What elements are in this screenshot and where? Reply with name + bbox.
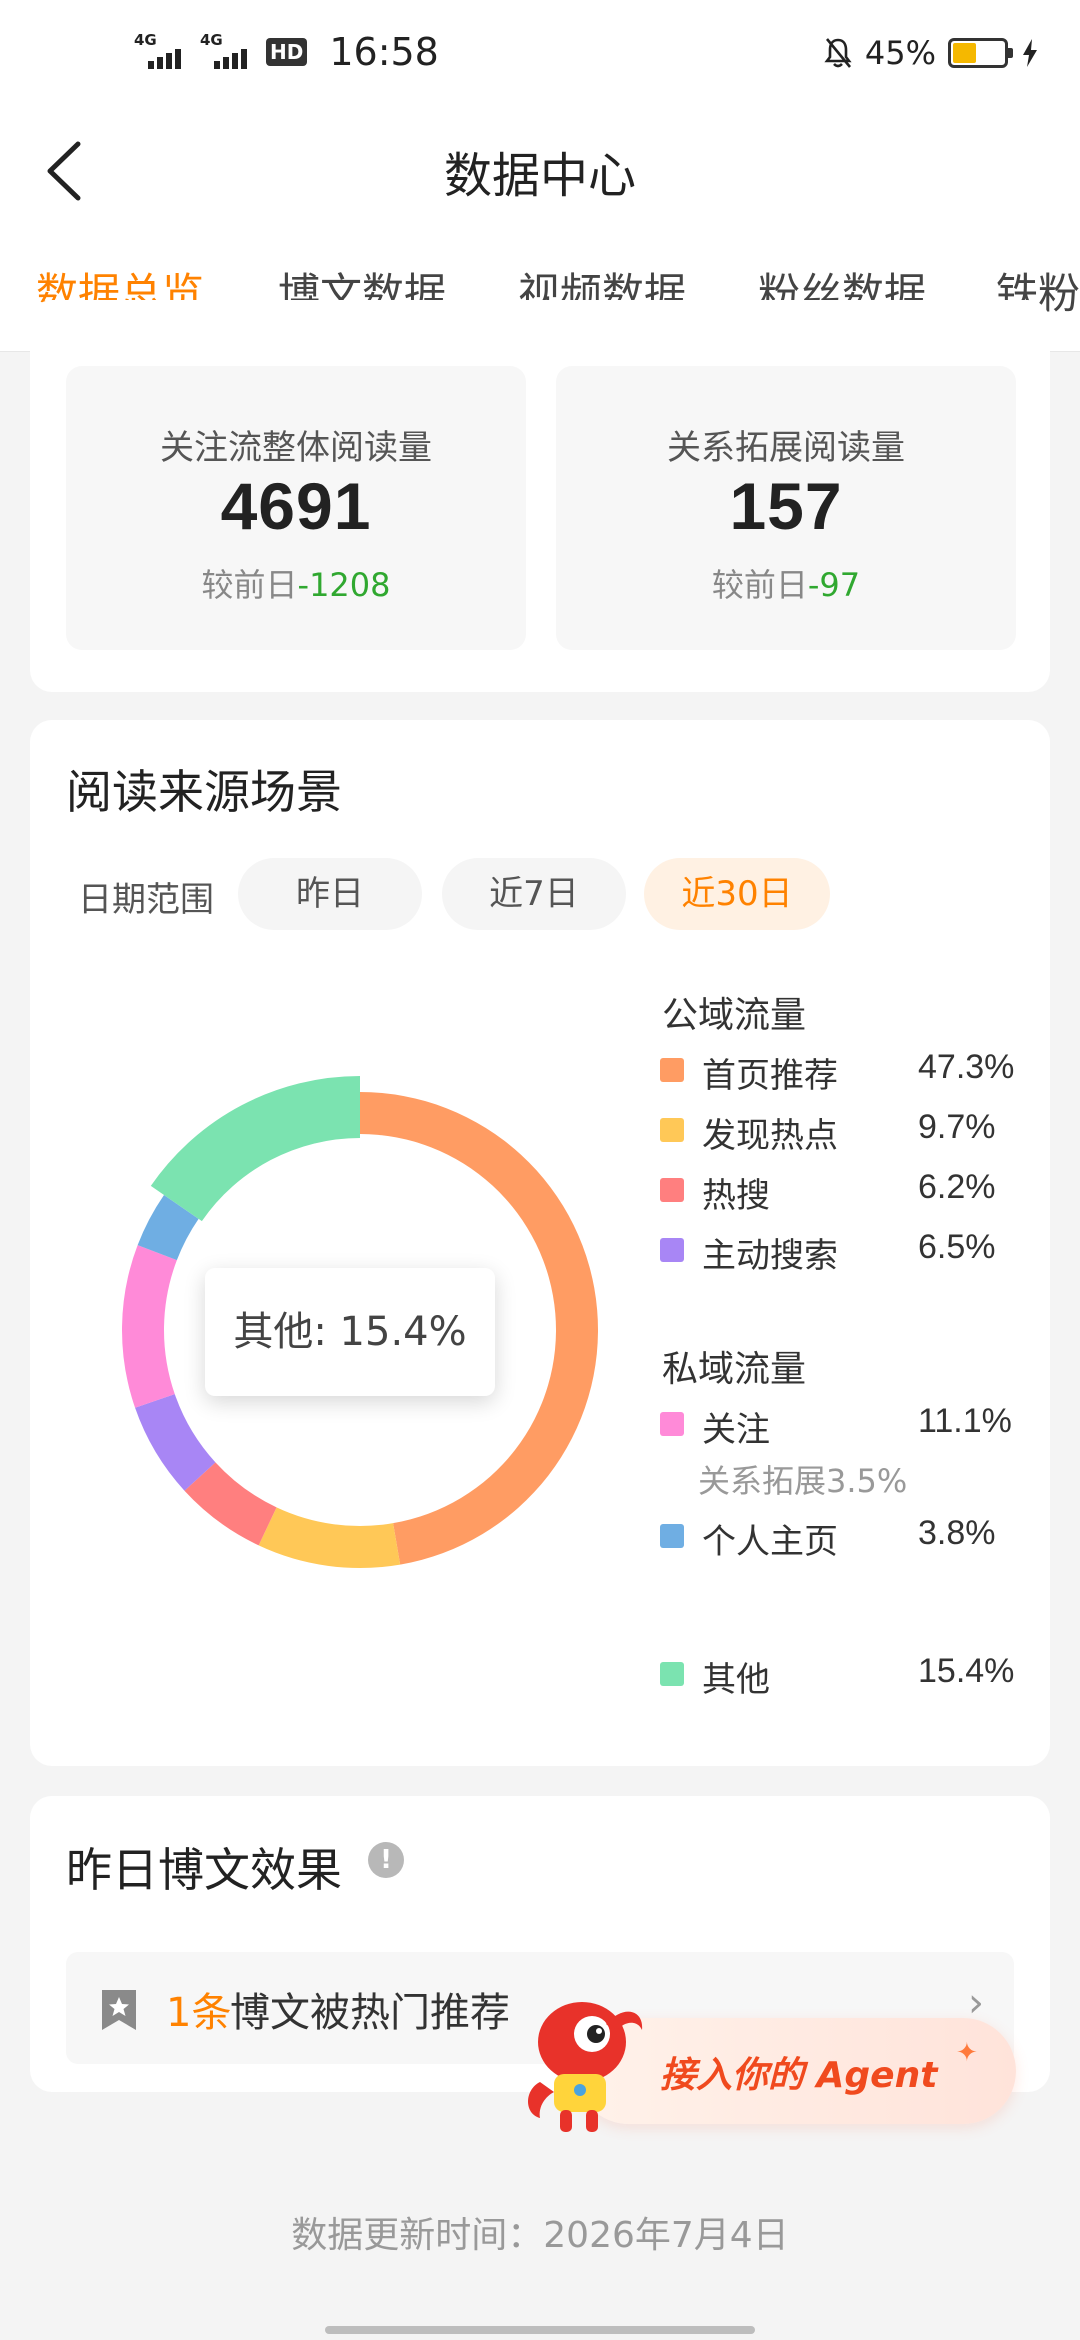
range-yesterday[interactable]: 昨日	[238, 858, 422, 930]
page-title: 数据中心	[443, 148, 636, 204]
hot-text: 博文被热门推荐	[230, 1990, 510, 2036]
legend-swatch	[660, 1118, 684, 1142]
stat-label: 关系拓展阅读量	[667, 428, 905, 468]
legend-name: 个人主页	[702, 1522, 838, 1562]
legend-item: 首页推荐 47.3%	[660, 1048, 1030, 1096]
legend-name: 发现热点	[702, 1116, 838, 1156]
donut-slice-发现热点[interactable]	[258, 1507, 401, 1568]
status-left: 4G 4G HD 16:58	[134, 30, 439, 74]
chart-tooltip: 其他: 15.4%	[205, 1268, 495, 1396]
network-type: 4G	[200, 31, 223, 49]
status-bar: 4G 4G HD 16:58 45%	[0, 0, 1080, 110]
section-title: 阅读来源场景	[66, 765, 342, 819]
stat-follow-reads[interactable]: 关注流整体阅读量 4691 较前日-1208	[66, 366, 526, 650]
legend-value: 6.2%	[918, 1168, 996, 1206]
home-indicator[interactable]	[325, 2326, 755, 2334]
legend-name: 热搜	[702, 1176, 770, 1216]
signal-icon: 4G	[200, 31, 252, 73]
stat-delta: 较前日-1208	[66, 560, 526, 606]
status-right: 45%	[823, 34, 1040, 72]
legend-value: 3.8%	[918, 1514, 996, 1552]
delta-value: -97	[807, 566, 861, 604]
legend-item: 其他 15.4%	[660, 1652, 1030, 1700]
legend-swatch	[660, 1412, 684, 1436]
range-7days[interactable]: 近7日	[442, 858, 626, 930]
section-title: 昨日博文效果	[66, 1843, 342, 1897]
legend-item: 主动搜索 6.5%	[660, 1228, 1030, 1276]
donut-slice-关注[interactable]	[121, 1245, 177, 1408]
mute-bell-icon	[824, 38, 852, 68]
legend-name: 首页推荐	[702, 1056, 838, 1096]
agent-label: 接入你的 Agent	[660, 2055, 938, 2096]
stats-card: 关注流整体阅读量 4691 较前日-1208 关系拓展阅读量 157 较前日-9…	[30, 300, 1050, 692]
legend-item: 个人主页 3.8%	[660, 1514, 1030, 1562]
legend-subtext: 关系拓展3.5%	[698, 1462, 908, 1500]
legend-swatch	[660, 1238, 684, 1262]
legend-private-title: 私域流量	[662, 1349, 807, 1390]
delta-prefix: 较前日	[201, 566, 298, 604]
legend-swatch	[660, 1058, 684, 1082]
legend-public-title: 公域流量	[662, 995, 807, 1036]
legend-swatch	[660, 1178, 684, 1202]
app-header: 数据中心	[0, 110, 1080, 230]
legend-value: 6.5%	[918, 1228, 996, 1266]
sparkle-icon: ✦	[956, 2038, 978, 2068]
update-time: 数据更新时间：2026年7月4日	[291, 2215, 789, 2256]
hot-count: 1条	[166, 1990, 232, 2036]
stat-value: 157	[729, 469, 843, 543]
charging-bolt-icon	[1023, 39, 1037, 67]
legend-value: 47.3%	[918, 1048, 1015, 1086]
legend-item: 热搜 6.2%	[660, 1168, 1030, 1216]
hd-voice-icon: HD	[266, 38, 308, 66]
legend-value: 15.4%	[918, 1652, 1015, 1690]
legend-value: 11.1%	[918, 1402, 1012, 1440]
donut-slice-其他[interactable]	[150, 1076, 360, 1222]
mascot-icon	[528, 2002, 643, 2132]
legend-name: 其他	[702, 1660, 770, 1700]
legend-value: 9.7%	[918, 1108, 996, 1146]
stat-label: 关注流整体阅读量	[160, 428, 432, 468]
legend-swatch	[660, 1662, 684, 1686]
battery-level	[953, 43, 977, 63]
status-time: 16:58	[329, 30, 439, 74]
agent-float-button[interactable]: 接入你的 Agent ✦	[520, 1990, 1020, 2140]
delta-value: -1208	[297, 566, 391, 604]
signal-icon: 4G	[134, 31, 186, 73]
delta-prefix: 较前日	[711, 566, 808, 604]
legend-item: 发现热点 9.7%	[660, 1108, 1030, 1156]
network-type: 4G	[134, 31, 157, 49]
legend-name: 关注	[702, 1410, 770, 1450]
legend-item: 关注 11.1%	[660, 1402, 1030, 1450]
bookmark-star-icon	[102, 1990, 136, 2030]
legend-name: 主动搜索	[702, 1236, 838, 1276]
battery-percent: 45%	[864, 34, 936, 72]
range-30days[interactable]: 近30日	[644, 858, 830, 930]
battery-icon	[948, 38, 1013, 68]
stat-relation-reads[interactable]: 关系拓展阅读量 157 较前日-97	[556, 366, 1016, 650]
stat-value: 4691	[220, 469, 372, 543]
date-range-label: 日期范围	[78, 880, 214, 920]
info-icon[interactable]: !	[368, 1842, 404, 1878]
stat-delta: 较前日-97	[556, 560, 1016, 606]
legend-swatch	[660, 1524, 684, 1548]
